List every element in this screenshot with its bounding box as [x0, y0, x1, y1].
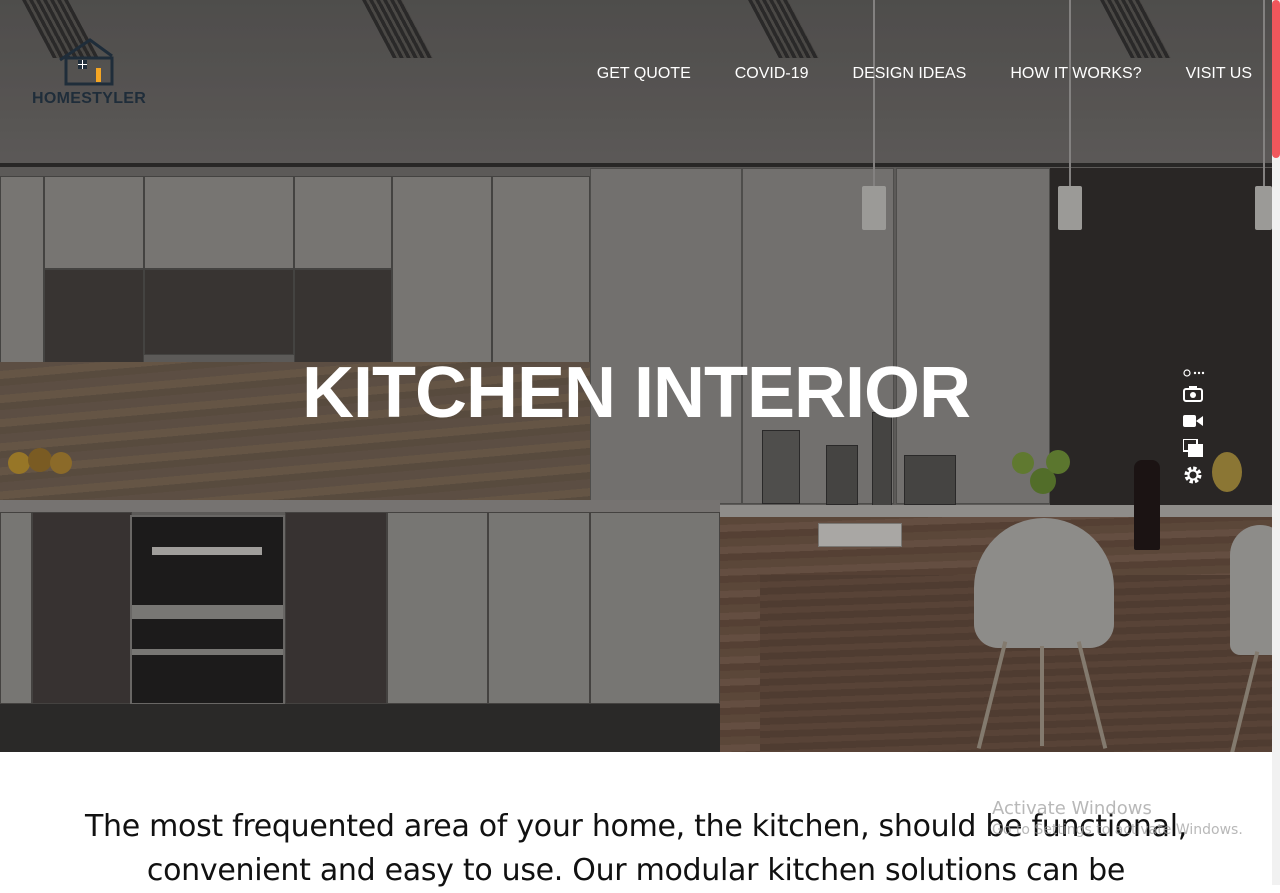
intro-paragraph: The most frequented area of your home, t…	[84, 809, 1188, 888]
more-icon[interactable]	[1181, 367, 1205, 379]
gear-icon[interactable]	[1181, 464, 1205, 486]
brand-name: HOMESTYLER	[32, 90, 147, 107]
main-nav: GET QUOTE COVID-19 DESIGN IDEAS HOW IT W…	[597, 65, 1252, 83]
nav-covid-19[interactable]: COVID-19	[735, 65, 809, 83]
nav-get-quote[interactable]: GET QUOTE	[597, 65, 691, 83]
camera-icon[interactable]	[1181, 383, 1205, 405]
nav-design-ideas[interactable]: DESIGN IDEAS	[853, 65, 967, 83]
video-icon[interactable]	[1181, 410, 1205, 432]
hero-title: KITCHEN INTERIOR	[302, 353, 971, 433]
copy-icon[interactable]	[1181, 437, 1205, 459]
nav-visit-us[interactable]: VISIT US	[1186, 65, 1252, 83]
scrollbar-thumb[interactable]	[1272, 0, 1280, 158]
hero-banner: KITCHEN INTERIOR	[0, 0, 1272, 752]
nav-how-it-works[interactable]: HOW IT WORKS?	[1010, 65, 1141, 83]
floating-toolbar	[1181, 367, 1205, 491]
